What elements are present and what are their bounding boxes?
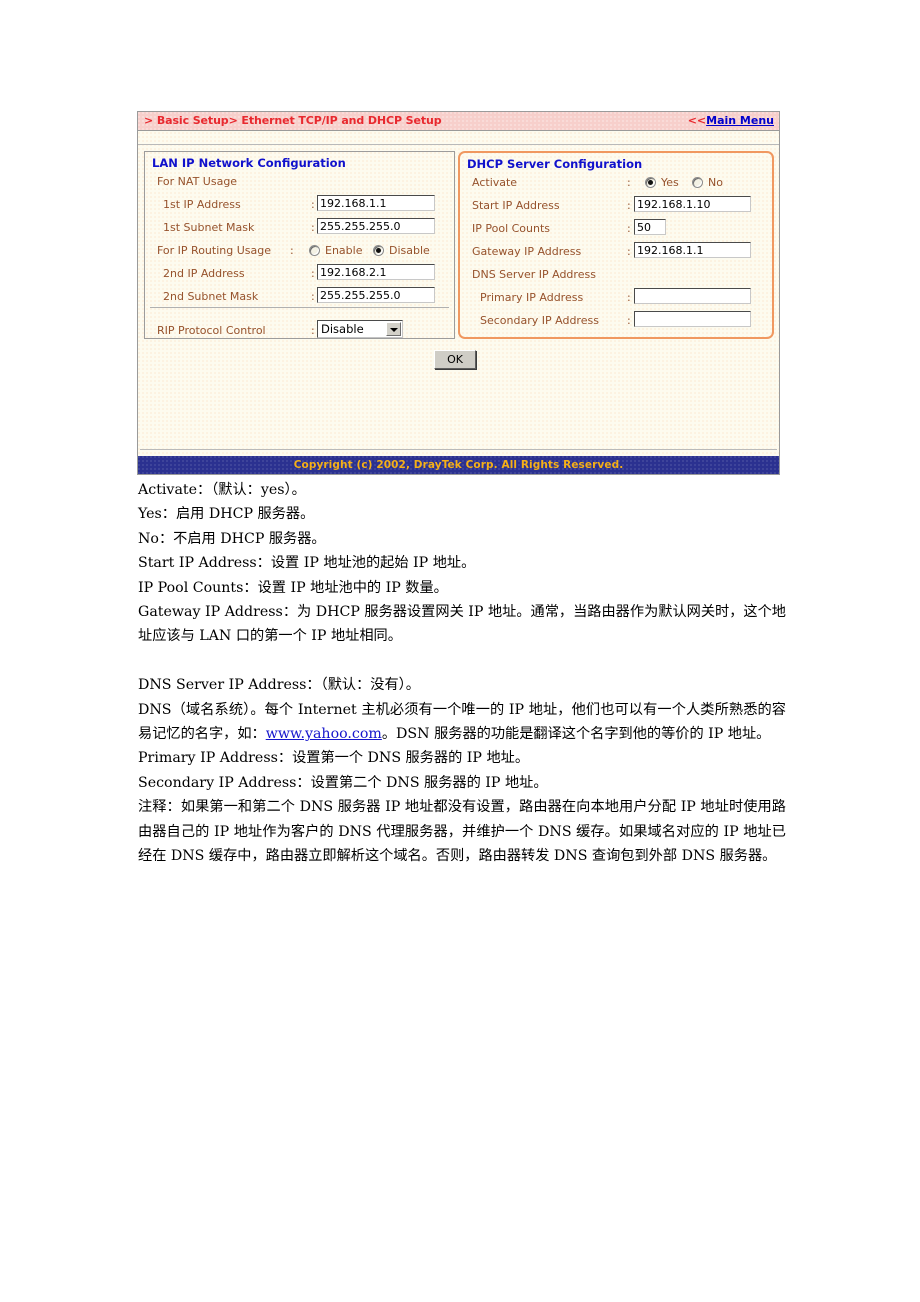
lan-panel-title: LAN IP Network Configuration: [152, 156, 346, 170]
documentation-text: Activate：（默认：yes）。 Yes：启用 DHCP 服务器。 No：不…: [138, 478, 786, 868]
configuration-panels: LAN IP Network Configuration For NAT Usa…: [138, 145, 779, 340]
main-menu-link[interactable]: Main Menu: [706, 114, 774, 127]
rip-colon: :: [311, 324, 315, 337]
doc-paragraph-activate: Activate：（默认：yes）。: [138, 482, 306, 498]
first-subnet-mask-label: 1st Subnet Mask: [163, 221, 255, 234]
ip-pool-counts-row: IP Pool Counts : 50: [460, 218, 772, 241]
rip-protocol-control-select[interactable]: Disable: [317, 320, 403, 338]
ip-routing-enable-label[interactable]: Enable: [325, 244, 362, 257]
title-underbar: [138, 131, 779, 145]
for-nat-usage-label: For NAT Usage: [157, 175, 238, 188]
lan-ip-network-configuration-panel: LAN IP Network Configuration For NAT Usa…: [144, 151, 455, 339]
secondary-ip-address-label: Secondary IP Address: [480, 314, 599, 327]
breadcrumb: > Basic Setup> Ethernet TCP/IP and DHCP …: [144, 114, 442, 127]
doc-paragraph-note: 注释：如果第一和第二个 DNS 服务器 IP 地址都没有设置，路由器在向本地用户…: [138, 799, 786, 865]
footer-divider: [140, 449, 777, 450]
primary-ip-address-input[interactable]: [634, 288, 751, 304]
activate-yes-radio[interactable]: [645, 177, 656, 188]
doc-paragraph-start-ip: Start IP Address：设置 IP 地址池的起始 IP 地址。: [138, 555, 476, 572]
second-subnet-mask-label: 2nd Subnet Mask: [163, 290, 259, 303]
rip-protocol-control-label: RIP Protocol Control: [157, 324, 266, 337]
ip-routing-disable-radio[interactable]: [373, 245, 384, 256]
first-ip-address-label: 1st IP Address: [163, 198, 241, 211]
activate-row: Activate : Yes No: [460, 172, 772, 195]
doc-paragraph-primary: Primary IP Address：设置第一个 DNS 服务器的 IP 地址。: [138, 750, 530, 767]
doc-paragraph-dns-explain: DNS（域名系统）。每个 Internet 主机必须有一个唯一的 IP 地址，他…: [138, 698, 786, 747]
copyright-footer: Copyright (c) 2002, DrayTek Corp. All Ri…: [138, 456, 779, 474]
ok-button[interactable]: OK: [434, 350, 476, 369]
ip-routing-usage-label: For IP Routing Usage: [157, 244, 272, 257]
ip-routing-disable-label[interactable]: Disable: [389, 244, 430, 257]
doc-paragraph-dns-server: DNS Server IP Address：（默认：没有）。: [138, 677, 420, 694]
second-subnet-mask-input[interactable]: 255.255.255.0: [317, 287, 435, 303]
second-subnet-mask-row: 2nd Subnet Mask : 255.255.255.0: [145, 286, 454, 309]
second-subnet-colon: :: [311, 290, 315, 303]
start-ip-address-input[interactable]: 192.168.1.10: [634, 196, 751, 212]
lan-panel-divider: [150, 307, 449, 308]
second-ip-address-label: 2nd IP Address: [163, 267, 245, 280]
ip-pool-counts-label: IP Pool Counts: [472, 222, 551, 235]
secondary-ip-address-input[interactable]: [634, 311, 751, 327]
router-web-ui-screenshot: > Basic Setup> Ethernet TCP/IP and DHCP …: [137, 111, 780, 475]
primary-ip-address-label: Primary IP Address: [480, 291, 584, 304]
secondary-ip-address-row: Secondary IP Address :: [460, 310, 772, 333]
yahoo-link[interactable]: www.yahoo.com: [266, 726, 382, 742]
dns-server-ip-address-label: DNS Server IP Address: [472, 268, 596, 281]
doc-dns-text-after: 。DSN 服务器的功能是翻译这个名字到他的等价的 IP 地址。: [381, 726, 771, 743]
doc-paragraph-no: No：不启用 DHCP 服务器。: [138, 530, 326, 547]
chevron-down-icon[interactable]: [386, 322, 401, 336]
doc-paragraph-gateway: Gateway IP Address：为 DHCP 服务器设置网关 IP 地址。…: [138, 604, 786, 645]
first-subnet-colon: :: [311, 221, 315, 234]
first-ip-address-row: 1st IP Address : 192.168.1.1: [145, 194, 454, 217]
back-arrows-icon: <<: [687, 114, 707, 127]
second-ip-colon: :: [311, 267, 315, 280]
rip-protocol-control-value: Disable: [321, 322, 364, 336]
gateway-colon: :: [627, 245, 631, 258]
dhcp-panel-title: DHCP Server Configuration: [467, 157, 643, 171]
start-ip-address-label: Start IP Address: [472, 199, 560, 212]
second-ip-address-input[interactable]: 192.168.2.1: [317, 264, 435, 280]
dhcp-server-configuration-panel: DHCP Server Configuration Activate : Yes…: [458, 151, 774, 339]
routing-colon: :: [290, 244, 294, 257]
dns-server-section-row: DNS Server IP Address: [460, 264, 772, 287]
first-subnet-mask-input[interactable]: 255.255.255.0: [317, 218, 435, 234]
doc-spacer: [138, 649, 786, 673]
first-ip-colon: :: [311, 198, 315, 211]
gateway-ip-address-input[interactable]: 192.168.1.1: [634, 242, 751, 258]
activate-no-radio[interactable]: [692, 177, 703, 188]
second-ip-address-row: 2nd IP Address : 192.168.2.1: [145, 263, 454, 286]
first-subnet-mask-row: 1st Subnet Mask : 255.255.255.0: [145, 217, 454, 240]
ok-button-zone: OK: [138, 340, 779, 425]
start-ip-colon: :: [627, 199, 631, 212]
activate-label: Activate: [472, 176, 518, 189]
activate-no-label[interactable]: No: [708, 176, 723, 189]
activate-colon: :: [627, 176, 631, 189]
secondary-colon: :: [627, 314, 631, 327]
first-ip-address-input[interactable]: 192.168.1.1: [317, 195, 435, 211]
primary-ip-address-row: Primary IP Address :: [460, 287, 772, 310]
doc-paragraph-yes: Yes：启用 DHCP 服务器。: [138, 506, 315, 523]
primary-colon: :: [627, 291, 631, 304]
ip-routing-enable-radio[interactable]: [309, 245, 320, 256]
ip-routing-usage-row: For IP Routing Usage : Enable Disable: [145, 240, 454, 263]
ip-pool-counts-colon: :: [627, 222, 631, 235]
main-menu-nav: <<Main Menu: [688, 114, 774, 127]
gateway-ip-address-label: Gateway IP Address: [472, 245, 582, 258]
gateway-ip-address-row: Gateway IP Address : 192.168.1.1: [460, 241, 772, 264]
rip-protocol-control-row: RIP Protocol Control : Disable: [145, 318, 454, 341]
doc-paragraph-secondary: Secondary IP Address：设置第二个 DNS 服务器的 IP 地…: [138, 774, 548, 791]
page-title-bar: > Basic Setup> Ethernet TCP/IP and DHCP …: [138, 112, 779, 131]
doc-paragraph-pool-counts: IP Pool Counts：设置 IP 地址池中的 IP 数量。: [138, 579, 448, 596]
start-ip-address-row: Start IP Address : 192.168.1.10: [460, 195, 772, 218]
ip-pool-counts-input[interactable]: 50: [634, 219, 666, 235]
activate-yes-label[interactable]: Yes: [661, 176, 679, 189]
for-nat-usage-row: For NAT Usage: [145, 171, 454, 194]
